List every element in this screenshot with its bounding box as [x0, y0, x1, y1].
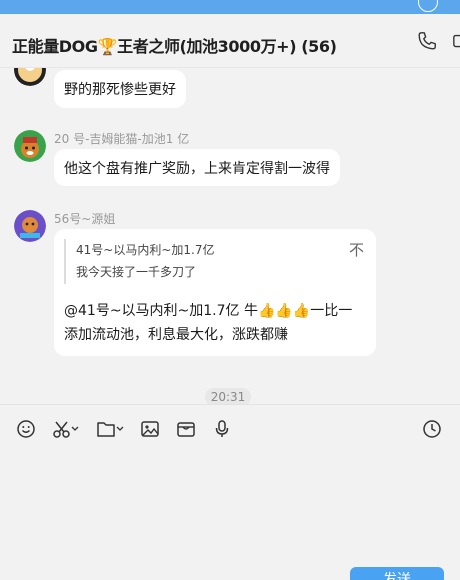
message-bubble[interactable]: 野的那死惨些更好 — [54, 70, 186, 108]
microphone-icon[interactable] — [212, 419, 232, 443]
timestamp: 20:31 — [205, 388, 251, 404]
video-call-icon[interactable] — [452, 30, 460, 56]
input-toolbar — [0, 404, 460, 452]
folder-icon[interactable] — [96, 419, 126, 443]
gift-icon[interactable] — [176, 419, 196, 443]
message-text: 他这个盘有推广奖励，上来肯定得割一波得 — [64, 161, 330, 177]
quoted-message[interactable]: 41号~以马内利~加1.7亿 我今天接了一千多刀了 不 — [64, 239, 364, 284]
window-title-strip — [0, 0, 460, 14]
window-control-icon[interactable] — [418, 0, 438, 12]
message-line: @41号~以马内利~加1.7亿 牛👍👍👍一比一 — [64, 303, 353, 319]
chat-header: 正能量DOG🏆王者之师(加池3000万+) (56) — [0, 14, 460, 68]
avatar[interactable] — [14, 68, 46, 86]
quote-action[interactable]: 不 — [349, 239, 364, 260]
message-list[interactable]: 野的那死惨些更好 20 号-吉姆能猫-加池1 亿 他这个盘有推广奖励，上来肯定得… — [0, 68, 460, 404]
message-text: @41号~以马内利~加1.7亿 牛👍👍👍一比一 添加流动池，利息最大化，涨跌都赚 — [64, 299, 352, 347]
sender-name: 20 号-吉姆能猫-加池1 亿 — [54, 132, 190, 146]
chat-title: 正能量DOG🏆王者之师(加池3000万+) (56) — [12, 37, 337, 56]
reply-message-bubble[interactable]: 41号~以马内利~加1.7亿 我今天接了一千多刀了 不 @41号~以马内利~加1… — [54, 229, 376, 356]
sender-name: 56号~源姐 — [54, 212, 116, 226]
send-button[interactable]: 发送 — [350, 567, 444, 580]
avatar[interactable] — [14, 210, 46, 242]
history-clock-icon[interactable] — [422, 419, 442, 443]
quote-text: 我今天接了一千多刀了 — [76, 265, 197, 279]
image-icon[interactable] — [140, 419, 160, 443]
scissors-icon[interactable] — [52, 419, 82, 443]
message-bubble[interactable]: 他这个盘有推广奖励，上来肯定得割一波得 — [54, 149, 340, 186]
avatar[interactable] — [14, 130, 46, 162]
phone-icon[interactable] — [416, 30, 438, 56]
emoji-icon[interactable] — [16, 419, 36, 443]
quote-author: 41号~以马内利~加1.7亿 — [76, 243, 215, 257]
message-input[interactable] — [0, 452, 460, 562]
message-text: 野的那死惨些更好 — [64, 82, 176, 98]
message-line: 添加流动池，利息最大化，涨跌都赚 — [64, 327, 288, 343]
